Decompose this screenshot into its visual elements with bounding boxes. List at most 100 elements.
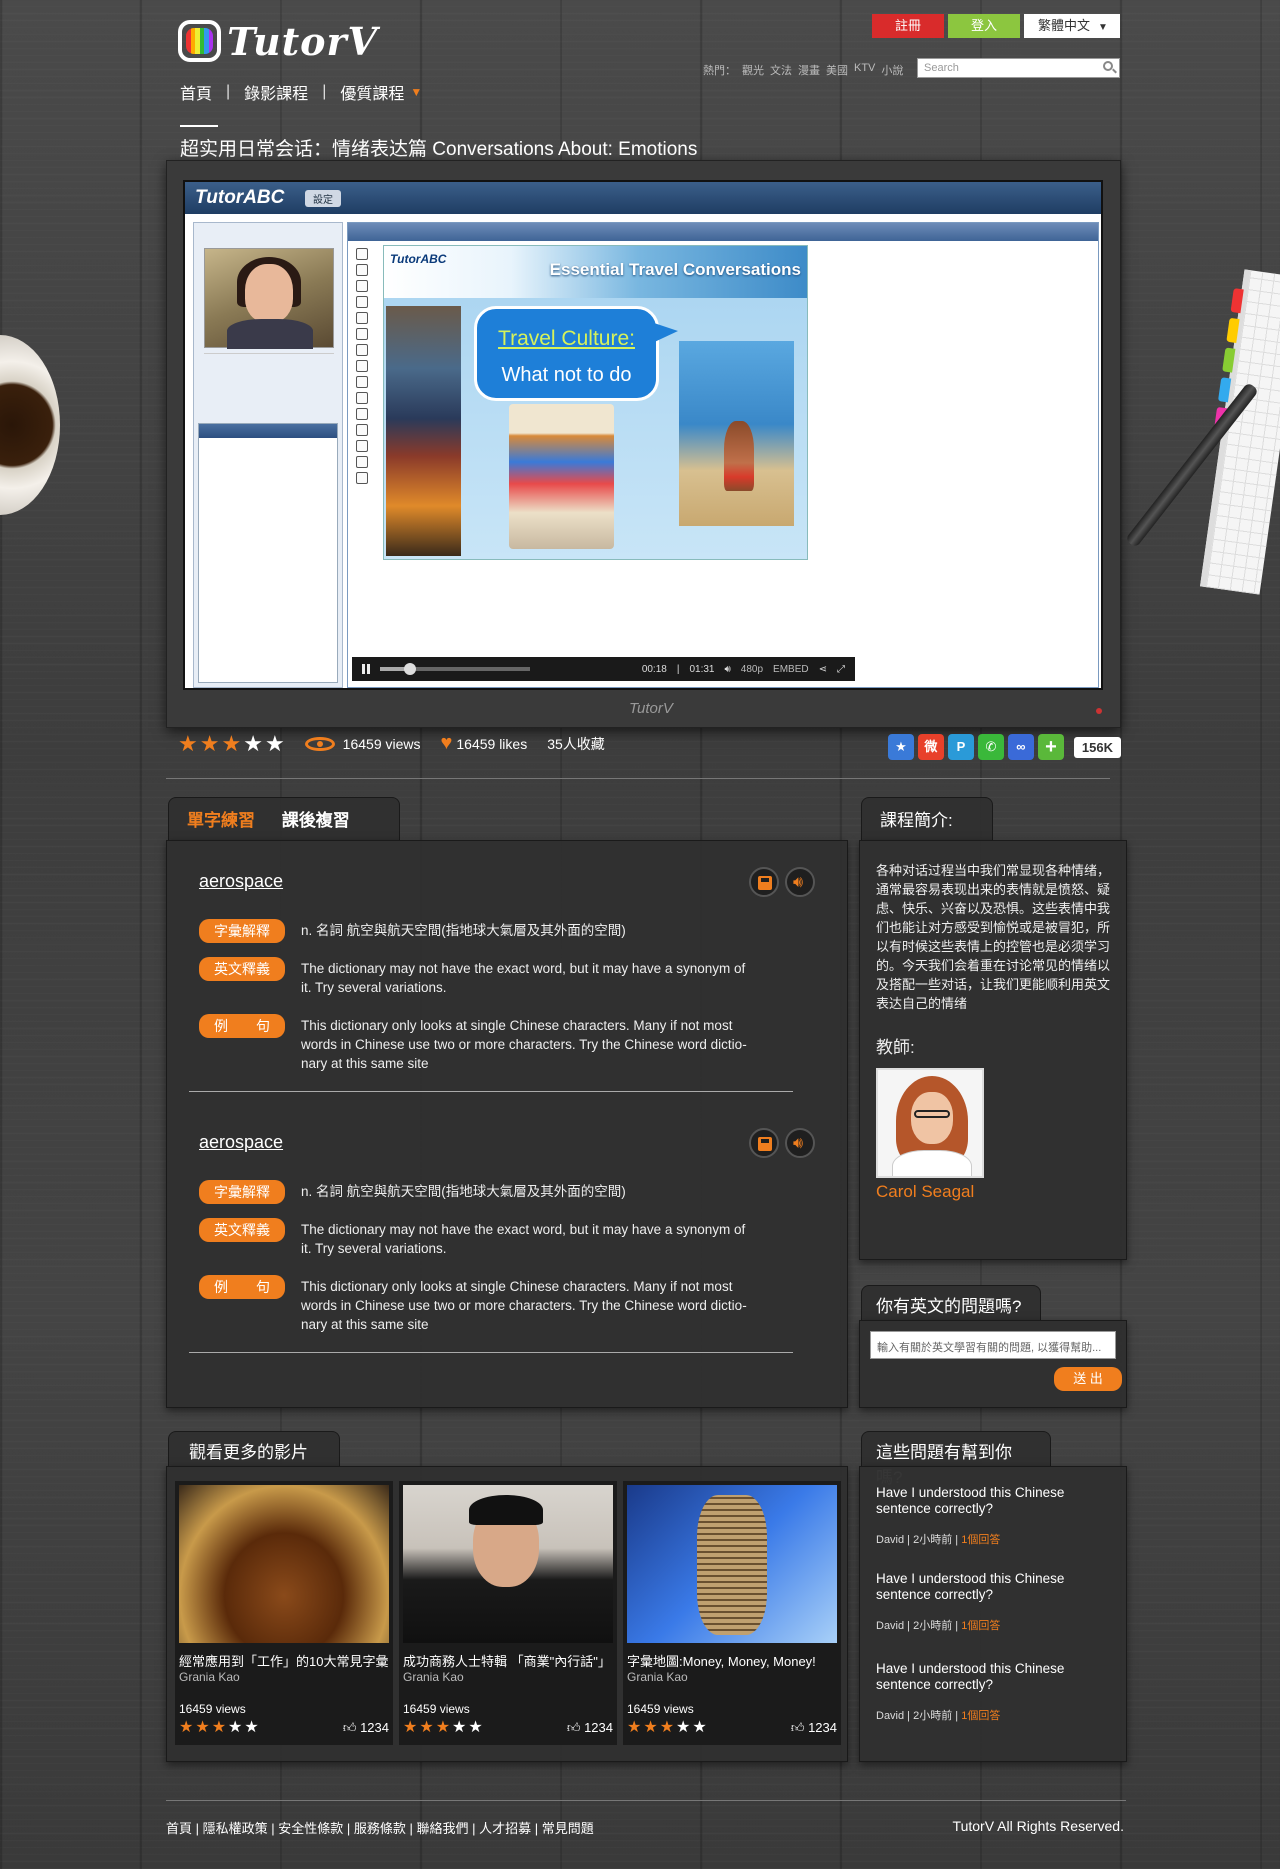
qa-answers[interactable]: 1個回答 — [961, 1710, 1000, 1722]
definition-row: 字彙解釋 n. 名詞 航空與航天空間(指地球大氣層及其外面的空間) — [199, 1180, 759, 1204]
bubble-line-2: What not to do — [501, 364, 632, 386]
webcam-panel — [193, 222, 343, 688]
video-title[interactable]: 字彙地圖:Money, Money, Money! — [627, 1651, 837, 1670]
footer-link-terms[interactable]: 服務條款 — [354, 1821, 406, 1836]
embed-button[interactable]: EMBED — [773, 664, 809, 675]
hot-tag[interactable]: 美國 — [826, 62, 848, 78]
question-tab: 你有英文的問題嗎? — [861, 1285, 1041, 1321]
teacher-name[interactable]: Carol Seagal — [876, 1182, 1110, 1202]
qa-question[interactable]: Have I understood this Chinese sentence … — [876, 1571, 1076, 1603]
wechat-share-icon[interactable]: ✆ — [977, 734, 1004, 760]
logo[interactable]: TutorV — [178, 10, 378, 72]
save-button[interactable] — [749, 1128, 779, 1158]
footer-link-security[interactable]: 安全性條款 — [278, 1821, 343, 1836]
bookmark-share-icon[interactable]: ★ — [887, 734, 914, 760]
whiteboard-tabs — [348, 223, 1098, 241]
video-title[interactable]: 成功商務人士特輯 「商業"內行話"」 — [403, 1651, 613, 1670]
video-card[interactable]: 字彙地圖:Money, Money, Money! Grania Kao 164… — [623, 1481, 841, 1745]
chevron-down-icon: ▼ — [1098, 22, 1108, 33]
star-icon: ★ — [179, 1719, 194, 1736]
likes[interactable]: 👍︎ 1234 — [567, 1720, 613, 1736]
hot-tag[interactable]: 觀光 — [742, 62, 764, 78]
footer-link-careers[interactable]: 人才招募 — [479, 1821, 531, 1836]
hot-tag[interactable]: 漫畫 — [798, 62, 820, 78]
teacher-avatar[interactable] — [876, 1068, 984, 1178]
register-button[interactable]: 註冊 — [872, 14, 944, 38]
qa-item[interactable]: Have I understood this Chinese sentence … — [876, 1485, 1110, 1571]
star-icon: ★ — [221, 730, 242, 756]
app-brand: TutorABC — [195, 187, 285, 208]
qa-time: 2小時前 — [913, 1620, 953, 1632]
weibo-share-icon[interactable]: 微 — [917, 734, 944, 760]
qa-answers[interactable]: 1個回答 — [961, 1620, 1000, 1632]
video-thumbnail[interactable] — [403, 1485, 613, 1643]
qq-share-icon[interactable]: ∞ — [1007, 734, 1034, 760]
language-select[interactable]: 繁體中文 ▼ — [1024, 14, 1120, 38]
footer-link-faq[interactable]: 常見問題 — [542, 1821, 594, 1836]
progress-bar[interactable] — [380, 663, 530, 675]
label-pill: 英文釋義 — [199, 1218, 285, 1242]
hot-tag[interactable]: 小說 — [881, 62, 903, 78]
qa-user[interactable]: David — [876, 1620, 904, 1632]
video-card[interactable]: 成功商務人士特輯 「商業"內行話"」 Grania Kao 16459 view… — [399, 1481, 617, 1745]
footer-link-home[interactable]: 首頁 — [166, 1821, 192, 1836]
nav-item-home[interactable]: 首頁 — [180, 80, 212, 104]
volume-icon[interactable]: 🔊︎ — [724, 664, 730, 675]
time-total: 01:31 — [689, 663, 715, 675]
question-placeholder: 輸入有關於英文學習有關的問題, 以獲得幫助... — [877, 1342, 1102, 1354]
teacher-label: 教師: — [876, 1038, 915, 1057]
qa-user[interactable]: David — [876, 1710, 904, 1722]
video-thumbnail[interactable] — [179, 1485, 389, 1643]
qa-answers[interactable]: 1個回答 — [961, 1534, 1000, 1546]
audio-button[interactable]: 🔊︎ — [785, 1128, 815, 1158]
star-icon: ★ — [264, 730, 285, 756]
label-pill: 例 句 — [199, 1014, 285, 1038]
qa-question[interactable]: Have I understood this Chinese sentence … — [876, 1485, 1076, 1517]
tab-vocab-practice[interactable]: 單字練習 — [187, 811, 255, 830]
fullscreen-icon[interactable]: ⤢ — [837, 664, 845, 675]
dropdown-arrow-icon[interactable]: ▼ — [410, 85, 422, 99]
save-button[interactable] — [749, 867, 779, 897]
nav-item-recorded[interactable]: 錄影課程 — [244, 80, 308, 104]
footer-link-contact[interactable]: 聯絡我們 — [417, 1821, 469, 1836]
definition-row: 例 句 This dictionary only looks at single… — [199, 1275, 759, 1334]
video-player[interactable]: TutorABC 設定 TutorABC Essential Travel Co… — [183, 180, 1103, 690]
video-title[interactable]: 經常應用到「工作」的10大常見字彙 — [179, 1651, 389, 1670]
plurk-share-icon[interactable]: P — [947, 734, 974, 760]
plus-share-icon[interactable]: + — [1037, 734, 1064, 760]
qa-item[interactable]: Have I understood this Chinese sentence … — [876, 1571, 1110, 1661]
qa-question[interactable]: Have I understood this Chinese sentence … — [876, 1661, 1076, 1693]
vocab-word[interactable]: aerospace — [199, 1132, 283, 1153]
nav-item-premium[interactable]: 優質課程 — [340, 80, 404, 104]
footer-link-privacy[interactable]: 隱私權政策 — [203, 1821, 268, 1836]
login-button[interactable]: 登入 — [948, 14, 1020, 38]
star-icon: ★ — [178, 730, 198, 756]
star-icon: ★ — [643, 1719, 658, 1736]
search-input[interactable]: Search — [917, 58, 1120, 78]
likes[interactable]: 👍︎ 1234 — [791, 1720, 837, 1736]
vocab-word[interactable]: aerospace — [199, 871, 283, 892]
qa-meta: David | 2小時前 | 1個回答 — [876, 1534, 1001, 1546]
video-card[interactable]: 經常應用到「工作」的10大常見字彙 Grania Kao 16459 views… — [175, 1481, 393, 1745]
question-input[interactable]: 輸入有關於英文學習有關的問題, 以獲得幫助... — [870, 1331, 1116, 1359]
qa-user[interactable]: David — [876, 1534, 904, 1546]
progress-knob[interactable] — [404, 663, 416, 675]
audio-button[interactable]: 🔊︎ — [785, 867, 815, 897]
hot-tag[interactable]: KTV — [854, 62, 875, 78]
pause-icon[interactable] — [362, 664, 370, 674]
video-thumbnail[interactable] — [627, 1485, 837, 1643]
lesson-slide: TutorABC Essential Travel Conversations … — [383, 245, 808, 560]
heart-icon[interactable]: ♥ — [441, 732, 453, 755]
footer-divider — [166, 1800, 1126, 1801]
tab-review[interactable]: 課後複習 — [282, 811, 350, 830]
qa-item[interactable]: Have I understood this Chinese sentence … — [876, 1661, 1110, 1723]
submit-button[interactable]: 送 出 — [1054, 1367, 1122, 1391]
quality-button[interactable]: 480p — [741, 664, 763, 675]
likes[interactable]: 👍︎ 1234 — [343, 1720, 389, 1736]
share-icon[interactable]: ⋖ — [819, 664, 827, 675]
video-author: Grania Kao — [627, 1670, 688, 1684]
hot-tag[interactable]: 文法 — [770, 62, 792, 78]
search-icon[interactable] — [1103, 61, 1113, 71]
vocab-actions: 🔊︎ — [749, 1128, 815, 1158]
rating-stars[interactable]: ★ ★ ★ ★ ★ — [178, 730, 285, 756]
